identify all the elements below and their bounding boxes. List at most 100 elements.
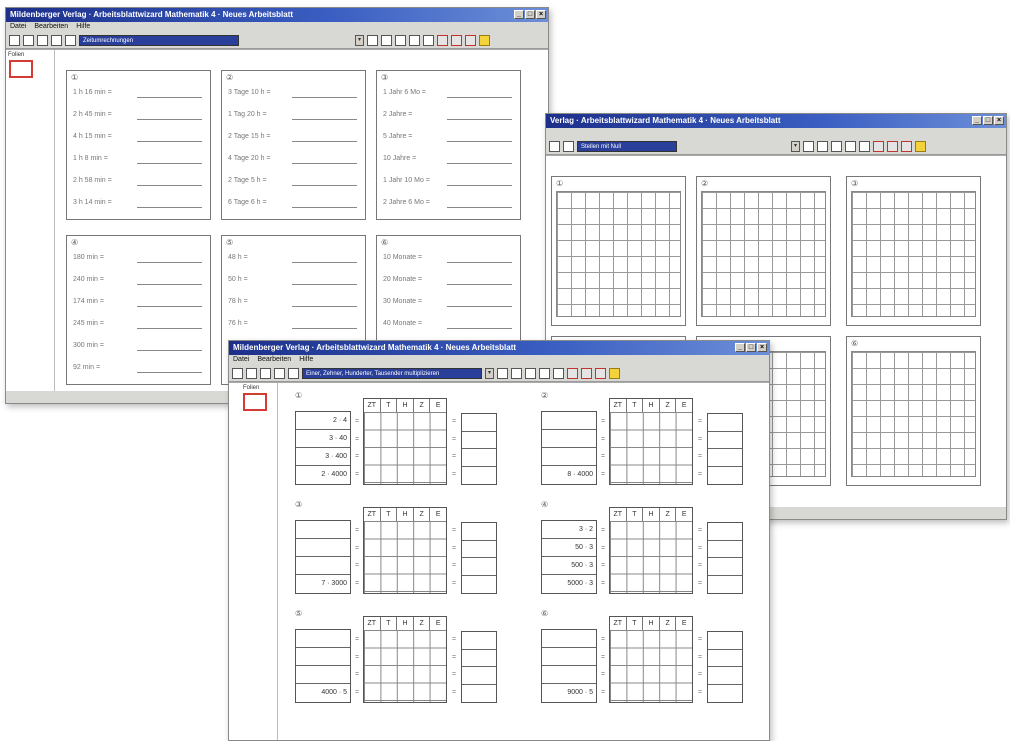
term-cell[interactable]: 5000 · 3 [542,575,596,593]
answer-line[interactable] [137,306,202,307]
result-cell[interactable] [462,667,496,685]
place-value-table[interactable]: ZT T H Z E [363,398,447,485]
tool-icon[interactable] [525,367,536,379]
place-value-cells[interactable] [364,630,446,702]
maximize-button[interactable]: □ [525,10,535,19]
term-cell[interactable]: 3 · 2 [542,521,596,539]
term-cell[interactable] [296,648,350,666]
result-cell[interactable] [462,414,496,432]
place-value-table[interactable]: ZT T H Z E [363,507,447,594]
term-cell[interactable] [542,430,596,448]
answer-line[interactable] [137,284,202,285]
result-cell[interactable] [462,650,496,667]
place-value-table[interactable]: ZT T H Z E [363,616,447,703]
result-cell[interactable] [462,541,496,558]
print-icon[interactable] [549,140,560,152]
answer-line[interactable] [292,306,357,307]
preview-icon[interactable] [65,34,76,46]
term-cell[interactable] [296,521,350,539]
result-cell[interactable] [708,432,742,449]
term-cell[interactable] [296,666,350,684]
place-value-grid[interactable] [851,191,976,317]
answer-line[interactable] [447,185,512,186]
answer-line[interactable] [292,284,357,285]
close-button[interactable]: × [536,10,546,19]
tool-icon[interactable] [539,367,550,379]
term-cell[interactable]: 4000 · 5 [296,684,350,702]
tool-icon[interactable] [497,367,508,379]
result-cell[interactable] [708,558,742,576]
result-boxes[interactable] [707,522,743,594]
open-icon[interactable] [23,34,34,46]
menu-help[interactable]: Hilfe [299,355,313,365]
answer-line[interactable] [292,262,357,263]
place-value-cells[interactable] [364,521,446,593]
tool-icon[interactable] [831,140,842,152]
place-value-cells[interactable] [610,521,692,593]
answer-line[interactable] [137,262,202,263]
place-value-grid[interactable] [556,191,681,317]
answer-line[interactable] [447,141,512,142]
result-cell[interactable] [708,632,742,650]
place-value-cells[interactable] [610,630,692,702]
preview-icon[interactable] [563,140,574,152]
tool-icon[interactable] [423,34,434,46]
tool-icon[interactable] [873,140,884,152]
minimize-button[interactable]: _ [972,116,982,125]
result-boxes[interactable] [461,631,497,703]
minimize-button[interactable]: _ [514,10,524,19]
result-cell[interactable] [462,432,496,449]
close-button[interactable]: × [757,343,767,352]
answer-line[interactable] [137,350,202,351]
term-cell[interactable]: 7 · 3000 [296,575,350,593]
tool-icon[interactable] [887,140,898,152]
tool-icon[interactable] [567,367,578,379]
worksheet-type-select[interactable]: Einer, Zehner, Hunderter, Tausender mult… [302,367,482,379]
result-cell[interactable] [462,576,496,594]
result-cell[interactable] [462,685,496,703]
term-cell[interactable] [296,630,350,648]
answer-line[interactable] [447,284,512,285]
chevron-down-icon[interactable]: ▾ [355,34,364,46]
answer-line[interactable] [447,119,512,120]
answer-line[interactable] [137,141,202,142]
term-cell[interactable] [542,630,596,648]
term-cell[interactable]: 50 · 3 [542,539,596,557]
answer-line[interactable] [447,97,512,98]
slide-thumbnail[interactable] [243,393,267,411]
result-cell[interactable] [708,541,742,558]
term-cell[interactable] [296,539,350,557]
result-cell[interactable] [708,685,742,703]
open-icon[interactable] [246,367,257,379]
result-cell[interactable] [708,467,742,485]
result-cell[interactable] [462,558,496,576]
place-value-table[interactable]: ZT T H Z E [609,507,693,594]
result-cell[interactable] [462,449,496,467]
tool-icon[interactable] [409,34,420,46]
answer-line[interactable] [292,185,357,186]
answer-line[interactable] [447,306,512,307]
new-doc-icon[interactable] [232,367,243,379]
answer-line[interactable] [292,207,357,208]
save-icon[interactable] [37,34,48,46]
chevron-down-icon[interactable]: ▾ [791,140,800,152]
result-cell[interactable] [708,667,742,685]
term-cell[interactable]: 2 · 4 [296,412,350,430]
note-icon[interactable] [915,140,926,152]
answer-line[interactable] [137,328,202,329]
place-value-table[interactable]: ZT T H Z E [609,616,693,703]
tool-icon[interactable] [581,367,592,379]
tool-icon[interactable] [437,34,448,46]
maximize-button[interactable]: □ [746,343,756,352]
answer-line[interactable] [292,163,357,164]
result-cell[interactable] [708,650,742,667]
save-icon[interactable] [260,367,271,379]
note-icon[interactable] [609,367,620,379]
answer-line[interactable] [292,141,357,142]
answer-line[interactable] [447,262,512,263]
answer-line[interactable] [137,97,202,98]
place-value-grid[interactable] [851,351,976,477]
answer-line[interactable] [447,207,512,208]
tool-icon[interactable] [859,140,870,152]
term-cell[interactable]: 3 · 40 [296,430,350,448]
